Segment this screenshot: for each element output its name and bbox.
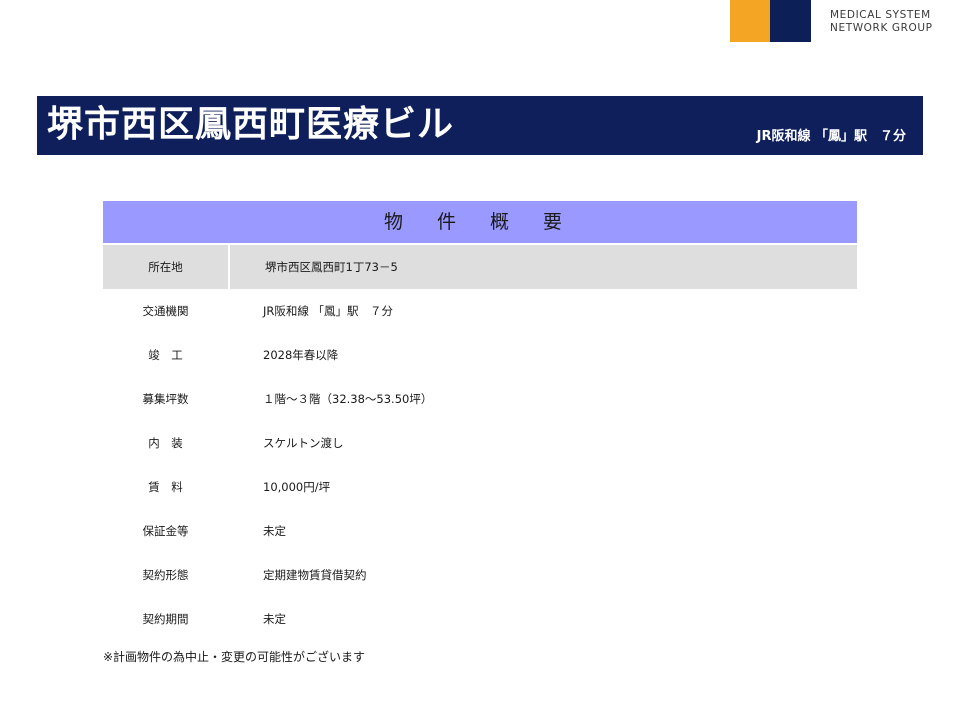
footnote: ※計画物件の為中止・変更の可能性がございます bbox=[103, 650, 366, 664]
row-label: 契約形態 bbox=[142, 568, 189, 582]
row-label: 所在地 bbox=[103, 245, 230, 289]
row-value: スケルトン渡し bbox=[263, 436, 344, 450]
logo-yellow-block bbox=[730, 0, 770, 42]
row-value: １階～３階（32.38～53.50坪） bbox=[263, 392, 433, 406]
row-value: 定期建物賃貸借契約 bbox=[263, 568, 367, 582]
table-row: 募集坪数 １階～３階（32.38～53.50坪） bbox=[103, 377, 857, 421]
table-row: 竣 工 2028年春以降 bbox=[103, 333, 857, 377]
row-label: 竣 工 bbox=[148, 348, 183, 362]
row-label: 契約期間 bbox=[142, 612, 189, 626]
row-value: JR阪和線 「鳳」駅 ７分 bbox=[263, 304, 394, 318]
logo-navy-block bbox=[770, 0, 811, 42]
row-label: 交通機関 bbox=[142, 304, 189, 318]
table-header: 物 件 概 要 bbox=[103, 201, 857, 243]
table-row: 契約期間 未定 bbox=[103, 597, 857, 641]
row-value: 未定 bbox=[263, 524, 286, 538]
company-logo-mark bbox=[730, 0, 811, 42]
row-value: 2028年春以降 bbox=[263, 348, 339, 362]
table-row: 内 装 スケルトン渡し bbox=[103, 421, 857, 465]
table-row: 交通機関 JR阪和線 「鳳」駅 ７分 bbox=[103, 289, 857, 333]
table-row: 契約形態 定期建物賃貸借契約 bbox=[103, 553, 857, 597]
row-label: 募集坪数 bbox=[142, 392, 189, 406]
title-bar: 堺市西区鳳西町医療ビル JR阪和線 「鳳」駅 ７分 bbox=[37, 96, 923, 155]
table-row: 賃 料 10,000円/坪 bbox=[103, 465, 857, 509]
property-summary-table: 物 件 概 要 所在地 堺市西区鳳西町1丁73－5 交通機関 JR阪和線 「鳳」… bbox=[103, 201, 857, 641]
row-label: 内 装 bbox=[148, 436, 183, 450]
logo-line-1: MEDICAL SYSTEM bbox=[830, 9, 931, 21]
page-title: 堺市西区鳳西町医療ビル bbox=[47, 104, 455, 145]
row-value: 堺市西区鳳西町1丁73－5 bbox=[265, 260, 398, 274]
table-row: 保証金等 未定 bbox=[103, 509, 857, 553]
logo-line-2: NETWORK GROUP bbox=[830, 22, 933, 34]
row-value: 未定 bbox=[263, 612, 286, 626]
access-info: JR阪和線 「鳳」駅 ７分 bbox=[756, 129, 906, 144]
row-value: 10,000円/坪 bbox=[263, 480, 331, 494]
row-label: 賃 料 bbox=[148, 480, 183, 494]
row-label: 保証金等 bbox=[142, 524, 189, 538]
table-row: 所在地 堺市西区鳳西町1丁73－5 bbox=[103, 245, 857, 289]
company-logo-text: MEDICAL SYSTEM NETWORK GROUP bbox=[830, 9, 933, 35]
